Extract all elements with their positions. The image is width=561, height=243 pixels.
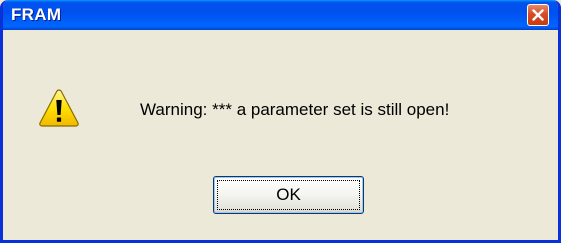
ok-button[interactable]: OK <box>213 176 364 214</box>
ok-button-label: OK <box>276 185 301 204</box>
close-button[interactable] <box>527 4 549 26</box>
dialog-window: FRAM Warning: *** a parameter set is sti… <box>0 0 561 243</box>
warning-message: Warning: *** a parameter set is still op… <box>140 100 450 119</box>
warning-icon <box>38 88 80 128</box>
window-title: FRAM <box>11 5 62 24</box>
close-icon <box>532 9 544 21</box>
title-bar[interactable]: FRAM <box>3 0 558 30</box>
